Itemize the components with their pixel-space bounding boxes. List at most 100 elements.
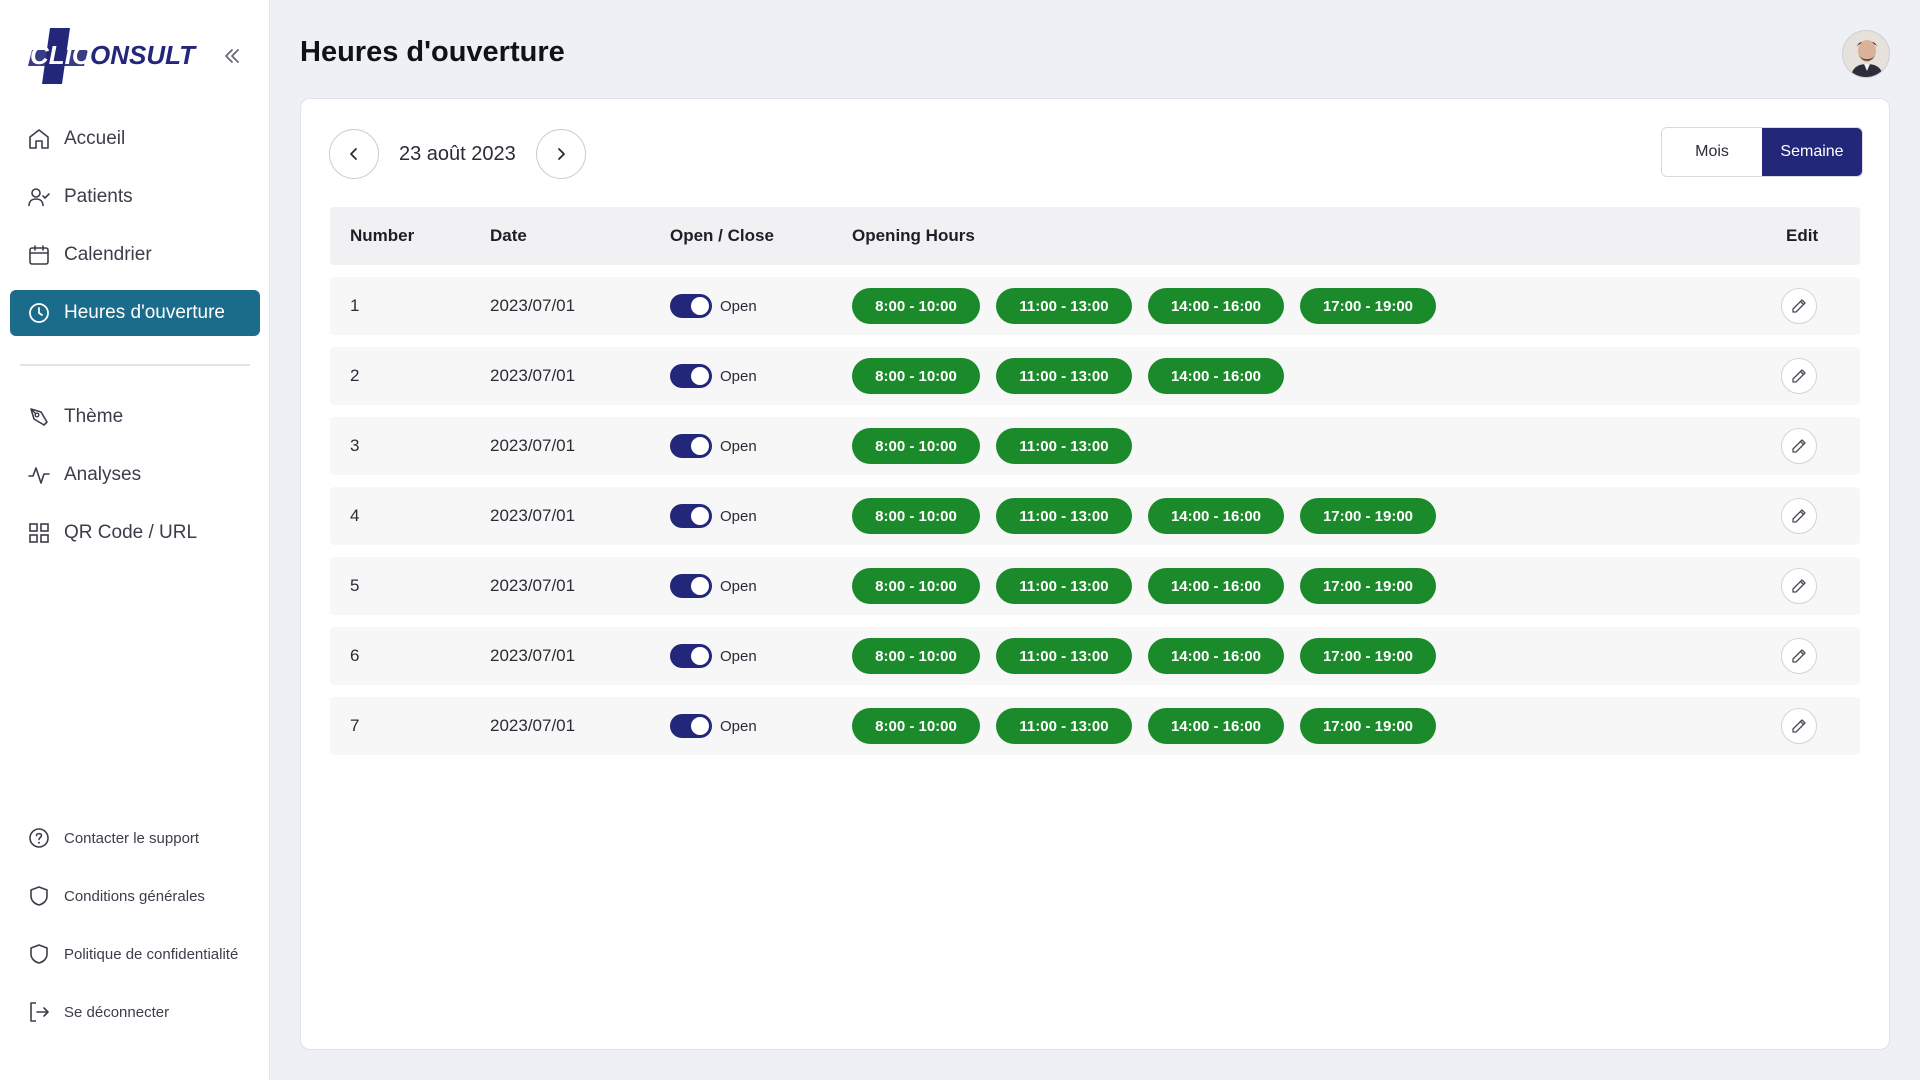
open-toggle[interactable]: [670, 574, 712, 598]
cliconsult-logo[interactable]: CLIC ONSULT: [26, 24, 206, 88]
open-toggle[interactable]: [670, 434, 712, 458]
sidebar-item-accueil[interactable]: Accueil: [10, 116, 260, 162]
edit-cell: [1781, 417, 1817, 475]
edit-row-button[interactable]: [1781, 638, 1817, 674]
edit-row-button[interactable]: [1781, 708, 1817, 744]
table-row: 5 2023/07/01 Open 8:00 - 10:00 11:00 - 13:00…: [330, 557, 1860, 615]
grid-icon: [26, 520, 52, 546]
time-slot-badge[interactable]: 14:00 - 16:00: [1148, 498, 1284, 534]
time-slot-list: 8:00 - 10:00 11:00 - 13:00 14:00 - 16:00 17…: [852, 568, 1436, 604]
header-number: Number: [350, 226, 415, 245]
sidebar-item-label: Politique de confidentialité: [64, 945, 239, 963]
current-date-label: 23 août 2023: [399, 142, 516, 165]
chevron-left-icon: [350, 148, 357, 160]
sidebar-item-support[interactable]: Contacter le support: [10, 816, 260, 860]
pencil-icon: [1792, 509, 1806, 523]
opening-hours-cell: 8:00 - 10:00 11:00 - 13:00 14:00 - 16:00: [852, 347, 1284, 405]
avatar[interactable]: [1842, 30, 1890, 78]
time-slot-badge[interactable]: 11:00 - 13:00: [996, 708, 1132, 744]
time-slot-badge[interactable]: 11:00 - 13:00: [996, 638, 1132, 674]
open-close-cell: Open: [670, 417, 757, 475]
time-slot-badge[interactable]: 8:00 - 10:00: [852, 498, 980, 534]
open-status-label: Open: [720, 577, 757, 595]
next-date-button[interactable]: [535, 129, 586, 179]
time-slot-badge[interactable]: 8:00 - 10:00: [852, 568, 980, 604]
time-slot-badge[interactable]: 14:00 - 16:00: [1148, 358, 1284, 394]
time-slot-badge[interactable]: 14:00 - 16:00: [1148, 568, 1284, 604]
sidebar-item-label: Patients: [64, 186, 133, 207]
time-slot-badge[interactable]: 8:00 - 10:00: [852, 708, 980, 744]
sidebar-item-label: Se déconnecter: [64, 1003, 170, 1021]
time-slot-badge[interactable]: 8:00 - 10:00: [852, 288, 980, 324]
sidebar-item-heures-ouverture[interactable]: Heures d'ouverture: [10, 290, 260, 336]
time-slot-badge[interactable]: 11:00 - 13:00: [996, 288, 1132, 324]
open-close-cell: Open: [670, 627, 757, 685]
time-slot-badge[interactable]: 14:00 - 16:00: [1148, 708, 1284, 744]
row-date: 2023/07/01: [490, 436, 576, 455]
row-date: 2023/07/01: [490, 366, 576, 385]
opening-hours-cell: 8:00 - 10:00 11:00 - 13:00 14:00 - 16:00 17…: [852, 627, 1436, 685]
time-slot-badge[interactable]: 17:00 - 19:00: [1300, 568, 1436, 604]
open-toggle[interactable]: [670, 644, 712, 668]
activity-icon: [26, 462, 52, 488]
sidebar-item-label: Thème: [64, 406, 124, 427]
time-slot-badge[interactable]: 11:00 - 13:00: [996, 568, 1132, 604]
time-slot-badge[interactable]: 17:00 - 19:00: [1300, 498, 1436, 534]
time-slot-badge[interactable]: 17:00 - 19:00: [1300, 708, 1436, 744]
collapse-sidebar-button[interactable]: [218, 44, 246, 68]
opening-hours-cell: 8:00 - 10:00 11:00 - 13:00 14:00 - 16:00 17…: [852, 697, 1436, 755]
open-close-cell: Open: [670, 487, 757, 545]
main-nav: Accueil Patients Calendrier Heures d'ouv…: [10, 116, 260, 348]
time-slot-list: 8:00 - 10:00 11:00 - 13:00 14:00 - 16:00 17…: [852, 288, 1436, 324]
sidebar-item-conditions[interactable]: Conditions générales: [10, 874, 260, 918]
edit-row-button[interactable]: [1781, 288, 1817, 324]
view-week-button[interactable]: Semaine: [1762, 128, 1862, 176]
open-close-cell: Open: [670, 697, 757, 755]
clock-icon: [26, 300, 52, 326]
row-number: 5: [350, 576, 360, 595]
open-toggle[interactable]: [670, 504, 712, 528]
time-slot-badge[interactable]: 8:00 - 10:00: [852, 638, 980, 674]
pencil-icon: [1792, 719, 1806, 733]
pencil-icon: [1792, 579, 1806, 593]
table-row: 2 2023/07/01 Open 8:00 - 10:00 11:00 - 13:00…: [330, 347, 1860, 405]
time-slot-badge[interactable]: 8:00 - 10:00: [852, 358, 980, 394]
open-toggle[interactable]: [670, 294, 712, 318]
edit-cell: [1781, 487, 1817, 545]
sidebar-item-theme[interactable]: Thème: [10, 394, 260, 440]
open-toggle[interactable]: [670, 364, 712, 388]
previous-date-button[interactable]: [329, 129, 379, 179]
view-month-button[interactable]: Mois: [1662, 128, 1762, 176]
opening-hours-card: 23 août 2023 Mois Semaine Number Date Op…: [300, 98, 1890, 1050]
table-row: 4 2023/07/01 Open 8:00 - 10:00 11:00 - 13:00…: [330, 487, 1860, 545]
time-slot-badge[interactable]: 11:00 - 13:00: [996, 428, 1132, 464]
time-slot-badge[interactable]: 8:00 - 10:00: [852, 428, 980, 464]
shield-icon: [26, 941, 52, 967]
sidebar-item-analyses[interactable]: Analyses: [10, 452, 260, 498]
sidebar-item-qr-code[interactable]: QR Code / URL: [10, 510, 260, 556]
sidebar-item-label: Calendrier: [64, 244, 152, 265]
sidebar-item-calendrier[interactable]: Calendrier: [10, 232, 260, 278]
edit-row-button[interactable]: [1781, 358, 1817, 394]
pencil-icon: [1792, 369, 1806, 383]
table-row: 6 2023/07/01 Open 8:00 - 10:00 11:00 - 13:00…: [330, 627, 1860, 685]
edit-cell: [1781, 277, 1817, 335]
time-slot-badge[interactable]: 11:00 - 13:00: [996, 498, 1132, 534]
edit-row-button[interactable]: [1781, 428, 1817, 464]
time-slot-badge[interactable]: 14:00 - 16:00: [1148, 638, 1284, 674]
sidebar-item-patients[interactable]: Patients: [10, 174, 260, 220]
edit-row-button[interactable]: [1781, 568, 1817, 604]
time-slot-badge[interactable]: 17:00 - 19:00: [1300, 288, 1436, 324]
time-slot-badge[interactable]: 14:00 - 16:00: [1148, 288, 1284, 324]
opening-hours-cell: 8:00 - 10:00 11:00 - 13:00 14:00 - 16:00 17…: [852, 557, 1436, 615]
time-slot-badge[interactable]: 17:00 - 19:00: [1300, 638, 1436, 674]
sidebar-item-logout[interactable]: Se déconnecter: [10, 990, 260, 1034]
table-row: 7 2023/07/01 Open 8:00 - 10:00 11:00 - 13:00…: [330, 697, 1860, 755]
time-slot-badge[interactable]: 11:00 - 13:00: [996, 358, 1132, 394]
header-edit: Edit: [1786, 226, 1819, 245]
sidebar-item-confidentialite[interactable]: Politique de confidentialité: [10, 932, 260, 976]
chevrons-left-icon: [225, 49, 239, 63]
open-toggle[interactable]: [670, 714, 712, 738]
edit-row-button[interactable]: [1781, 498, 1817, 534]
user-check-icon: [26, 184, 52, 210]
